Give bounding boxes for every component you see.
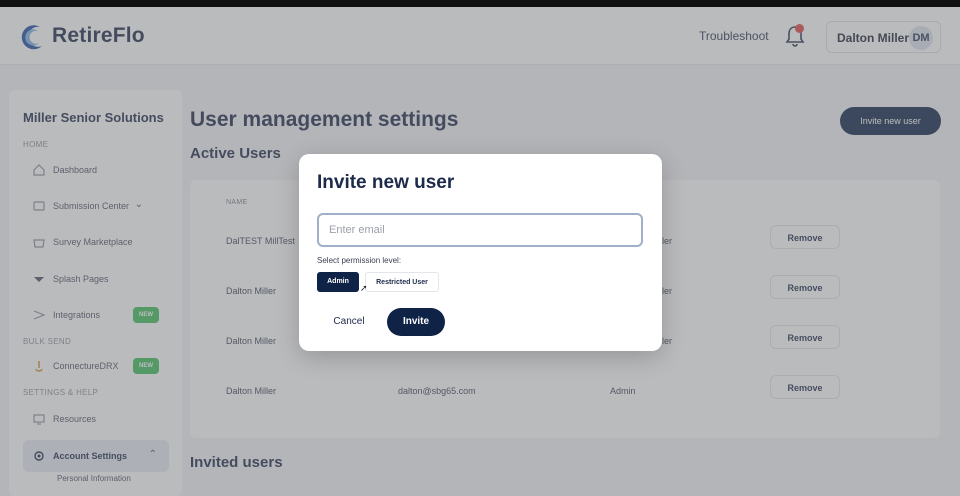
cursor-icon: ➚: [360, 283, 368, 293]
modal-title: Invite new user: [317, 172, 455, 193]
permission-option-admin[interactable]: Admin: [317, 272, 359, 292]
permission-level-label: Select permission level:: [317, 256, 402, 265]
email-input[interactable]: [317, 213, 643, 247]
permission-option-restricted-user[interactable]: Restricted User: [365, 272, 439, 292]
invite-button[interactable]: Invite: [387, 308, 445, 336]
invite-user-modal: Invite new user Select permission level:…: [299, 154, 662, 351]
cancel-button[interactable]: Cancel: [321, 310, 377, 334]
window-top-strip: [0, 0, 960, 7]
